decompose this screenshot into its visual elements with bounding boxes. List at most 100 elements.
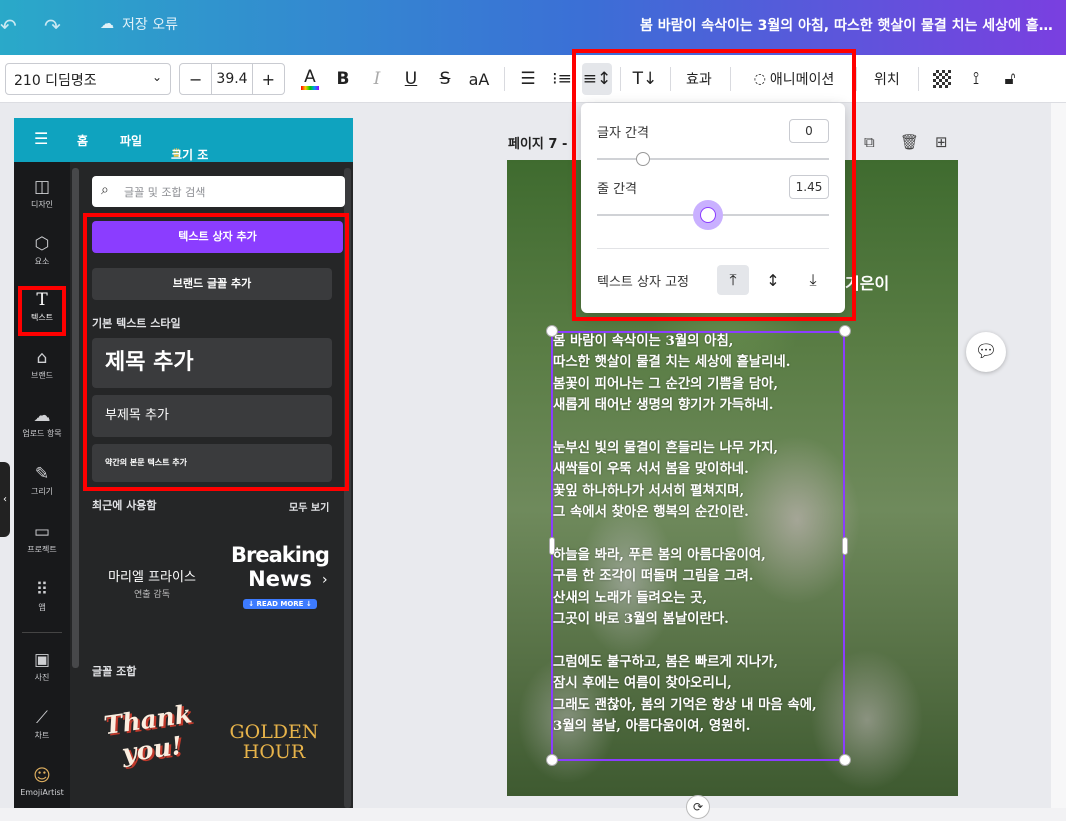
animate-label: 애니메이션 xyxy=(769,72,835,88)
transparency-icon xyxy=(933,70,951,88)
align-button[interactable]: ☰ xyxy=(514,63,542,95)
letter-case-button[interactable]: aA xyxy=(464,63,494,95)
font-size-decrease-button[interactable]: − xyxy=(180,64,211,94)
resize-handle-left[interactable] xyxy=(549,537,555,555)
rail-item-text[interactable]: T 텍스트 xyxy=(14,290,70,323)
rail-item-projects[interactable]: ▭ 프로젝트 xyxy=(14,522,70,555)
font-size-increase-button[interactable]: + xyxy=(253,64,284,94)
strikethrough-button[interactable]: S xyxy=(432,63,458,95)
rail-divider xyxy=(22,632,62,633)
text-color-button[interactable]: A xyxy=(296,63,324,95)
resize-handle-right[interactable] xyxy=(842,537,848,555)
letter-spacing-slider-thumb[interactable] xyxy=(636,152,651,166)
rail-scrollbar[interactable] xyxy=(72,168,79,668)
add-subheading-button[interactable]: 부제목 추가 xyxy=(92,395,332,437)
underline-icon: U xyxy=(404,69,418,89)
rail-item-uploads[interactable]: ☁ 업로드 항목 xyxy=(14,406,70,439)
redo-icon[interactable]: ↷ xyxy=(44,14,61,38)
resize-handle-top-left[interactable] xyxy=(546,325,558,337)
search-icon: ⌕ xyxy=(101,182,109,198)
chevron-right-icon[interactable]: › xyxy=(322,572,328,588)
line-spacing-slider-thumb[interactable] xyxy=(693,200,724,230)
resize-handle-bottom-right[interactable] xyxy=(839,754,851,766)
rail-item-brand[interactable]: ⌂ 브랜드 xyxy=(14,348,70,381)
font-size-input[interactable]: 39.4 xyxy=(211,64,253,94)
line-spacing-slider[interactable] xyxy=(597,200,829,230)
top-bar: ↶ ↷ ☁ 저장 오류 봄 바람이 속삭이는 3월의 아침, 따스한 햇살이 물… xyxy=(0,0,1066,55)
side-rail: ◫ 디자인 ⬡ 요소 T 텍스트 ⌂ 브랜드 ☁ 업로드 항목 ✎ 그리기 ▭ … xyxy=(14,162,70,808)
rail-item-emojiartist[interactable]: ☺ EmojiArtist xyxy=(14,766,70,797)
rotate-button[interactable]: ⟳ xyxy=(686,795,710,819)
rail-item-charts[interactable]: ⟋ 차트 xyxy=(14,708,70,741)
rail-item-draw[interactable]: ✎ 그리기 xyxy=(14,464,70,497)
add-comment-button[interactable]: 💬︎ xyxy=(966,332,1006,372)
rail-item-design[interactable]: ◫ 디자인 xyxy=(14,177,70,210)
letter-spacing-label: 글자 간격 xyxy=(597,126,649,141)
news-text: News xyxy=(248,567,312,591)
copy-style-button[interactable]: ⟟ xyxy=(964,63,988,95)
rail-item-apps[interactable]: ⠿ 앱 xyxy=(14,580,70,613)
toolbar-divider xyxy=(504,67,505,91)
list-button[interactable]: ⁝≡ xyxy=(548,63,576,95)
font-size-stepper: − 39.4 + xyxy=(179,63,285,95)
font-search-input[interactable]: ⌕ 글꼴 및 조합 검색 xyxy=(92,176,345,207)
document-title[interactable]: 봄 바람이 속삭이는 3월의 아침, 따스한 햇살이 물결 치는 세상에 흩날리… xyxy=(640,15,1060,35)
transparency-button[interactable] xyxy=(930,63,954,95)
rail-label: 브랜드 xyxy=(30,371,54,380)
add-textbox-button[interactable]: 텍스트 상자 추가 xyxy=(92,221,343,253)
home-link[interactable]: 홈 xyxy=(77,132,88,149)
recent-font-card[interactable]: 마리엘 프라이스 연출 감독 xyxy=(92,530,212,630)
resize-handle-top-right[interactable] xyxy=(839,325,851,337)
color-strip xyxy=(301,86,319,90)
spacing-button[interactable]: ≡↕ xyxy=(582,63,612,95)
page-heading-fragment[interactable]: 기은이 xyxy=(845,270,889,294)
rail-item-elements[interactable]: ⬡ 요소 xyxy=(14,234,70,267)
lock-button[interactable]: 🔓︎ xyxy=(998,63,1022,95)
font-family-select[interactable]: 210 디딤명조 ⌄ xyxy=(5,63,171,95)
trash-icon[interactable]: 🗑︎ xyxy=(900,133,919,151)
add-brand-font-button[interactable]: 브랜드 글꼴 추가 xyxy=(92,268,332,300)
text-toolbar: 210 디딤명조 ⌄ − 39.4 + A B I U S aA ☰ ⁝≡ ≡↕… xyxy=(0,55,1066,103)
toolbar-divider xyxy=(856,67,857,91)
add-page-icon[interactable]: ⊞ xyxy=(935,133,948,151)
design-icon: ◫ xyxy=(33,177,51,197)
line-spacing-label: 줄 간격 xyxy=(597,182,638,197)
anchor-top-button[interactable]: ⤒ xyxy=(717,265,749,295)
panel-scrollbar[interactable] xyxy=(344,168,351,808)
add-body-text-button[interactable]: 약간의 본문 텍스트 추가 xyxy=(92,444,332,482)
anchor-middle-button[interactable]: ↕ xyxy=(757,265,789,295)
undo-icon[interactable]: ↶ xyxy=(0,14,17,38)
align-top-icon: ⤒ xyxy=(729,270,737,289)
font-combo-card[interactable]: GOLDEN HOUR xyxy=(222,722,326,762)
effects-button[interactable]: 효과 xyxy=(686,69,712,89)
selection-box xyxy=(551,331,845,761)
see-all-link[interactable]: 모두 보기 xyxy=(289,499,329,514)
save-status[interactable]: ☁ 저장 오류 xyxy=(100,14,178,34)
bold-button[interactable]: B xyxy=(330,63,356,95)
line-spacing-input[interactable]: 1.45 xyxy=(789,175,829,199)
vertical-text-button[interactable]: T↓ xyxy=(630,63,660,95)
underline-button[interactable]: U xyxy=(398,63,424,95)
resize-handle-bottom-left[interactable] xyxy=(546,754,558,766)
add-heading-button[interactable]: 제목 추가 xyxy=(92,338,332,388)
rail-item-photos[interactable]: ▣ 사진 xyxy=(14,650,70,683)
anchor-label: 텍스트 상자 고정 xyxy=(597,275,689,290)
align-left-icon: ☰ xyxy=(520,69,536,89)
letter-spacing-slider[interactable] xyxy=(597,152,829,166)
animate-button[interactable]: ◌ 애니메이션 xyxy=(744,63,844,95)
recent-font-card[interactable]: Breaking News ↓ READ MORE ↓ xyxy=(225,543,335,610)
elements-icon: ⬡ xyxy=(34,234,50,254)
italic-button[interactable]: I xyxy=(364,63,390,95)
file-menu[interactable]: 파일 xyxy=(120,132,142,149)
duplicate-page-icon[interactable]: ⧉ xyxy=(864,133,875,151)
anchor-bottom-button[interactable]: ⤓ xyxy=(797,265,829,295)
font-combos-label: 글꼴 조합 xyxy=(92,665,137,678)
upload-icon: ☁ xyxy=(33,406,51,426)
text-icon: T xyxy=(36,290,48,310)
letter-case-icon: aA xyxy=(468,69,490,89)
collapse-panel-handle[interactable]: ‹ xyxy=(0,462,10,537)
toolbar-divider xyxy=(620,67,621,91)
menu-icon[interactable]: ☰ xyxy=(34,129,48,148)
letter-spacing-input[interactable]: 0 xyxy=(789,119,829,143)
position-button[interactable]: 위치 xyxy=(874,69,900,89)
